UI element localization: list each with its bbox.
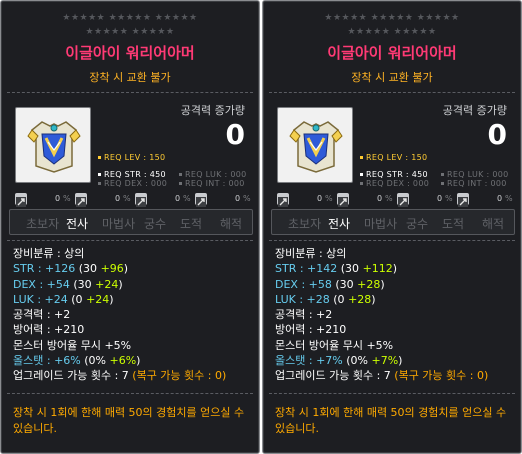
- stat-str: STR : +126 (30 +96): [13, 262, 129, 276]
- stat-dex: DEX : +54 (30 +24): [13, 277, 123, 291]
- equip-category: 장비분류 : 상의: [275, 247, 347, 260]
- req-int: REQ INT : 000: [441, 179, 507, 188]
- job-tab-0: 초보자: [288, 217, 322, 231]
- armor-icon: [289, 121, 343, 173]
- item-name: 이글아이 워리어아머: [327, 44, 457, 62]
- starforce-row-2: ★★★★★ ★★★★★: [347, 27, 437, 37]
- item-tooltip-right: ★★★★★ ★★★★★ ★★★★★ ★★★★★ ★★★★★ 이글아이 워리어아머…: [262, 0, 522, 454]
- attack-increase-label: 공격력 증가량: [442, 104, 507, 117]
- icon-value: 0: [377, 194, 383, 203]
- job-tab-2: 마법사: [102, 217, 136, 231]
- starforce-row-1: ★★★★★ ★★★★★ ★★★★★: [62, 13, 198, 23]
- item-description: 장착 시 1회에 한해 매력 50의 경험치를 얻으실 수 있습니다.: [13, 406, 245, 435]
- divider: [7, 240, 253, 241]
- stats-block: 장비분류 : 상의 STR : +142 (30 +112) DEX : +58…: [275, 246, 488, 384]
- upgrade-count: 업그레이드 가능 횟수 : 7 (복구 가능 횟수 : 0): [13, 369, 227, 383]
- shield-icon: [135, 193, 147, 207]
- req-int: REQ INT : 000: [179, 179, 245, 188]
- stat-luk: LUK : +24 (0 +24): [13, 292, 114, 306]
- attack-increase-label: 공격력 증가량: [180, 104, 245, 117]
- job-tab-0: 초보자: [26, 217, 60, 231]
- icon-percent: %: [385, 194, 393, 203]
- req-dex: REQ DEX : 000: [98, 179, 167, 188]
- icon-percent: %: [123, 194, 131, 203]
- attack-increase-value: 0: [487, 118, 507, 151]
- stat-allstat: 올스탯 : +7% (0% +7%): [275, 354, 403, 368]
- stat-str: STR : +142 (30 +112): [275, 262, 398, 276]
- req-luk: REQ LUK : 000: [441, 170, 509, 179]
- job-tab-4: 도적: [180, 217, 203, 231]
- bag-icon: [195, 193, 207, 207]
- bag-icon: [457, 193, 469, 207]
- icon-value: 0: [115, 194, 121, 203]
- job-tab-1: 전사: [328, 217, 351, 231]
- sword-icon: [15, 193, 27, 207]
- divider: [269, 92, 515, 93]
- icon-value: 0: [317, 194, 323, 203]
- job-tab-1: 전사: [66, 217, 89, 231]
- icon-value: 0: [437, 194, 443, 203]
- divider: [269, 240, 515, 241]
- req-luk: REQ LUK : 000: [179, 170, 247, 179]
- stat-defense: 방어력 : +210: [13, 323, 85, 337]
- stat-allstat: 올스탯 : +6% (0% +6%): [13, 354, 141, 368]
- stat-attack: 공격력 : +2: [13, 308, 71, 322]
- icon-percent: %: [183, 194, 191, 203]
- item-icon-frame: [277, 107, 353, 183]
- item-tooltip-left: ★★★★★ ★★★★★ ★★★★★ ★★★★★ ★★★★★ 이글아이 워리어아머…: [0, 0, 260, 454]
- pot-icon: [75, 193, 87, 207]
- job-tab-2: 마법사: [364, 217, 398, 231]
- icon-value: 0: [175, 194, 181, 203]
- stat-attack: 공격력 : +2: [275, 308, 333, 322]
- job-tab-5: 해적: [482, 217, 505, 231]
- icon-value: 0: [235, 194, 241, 203]
- job-tab-3: 궁수: [406, 217, 429, 231]
- shield-icon: [397, 193, 409, 207]
- divider: [269, 393, 515, 394]
- icon-value: 0: [55, 194, 61, 203]
- item-icon-frame: [15, 107, 91, 183]
- equip-category: 장비분류 : 상의: [13, 247, 85, 260]
- attribute-icon-row: 0 % 0 % 0 % 0 %: [15, 191, 255, 207]
- icon-value: 0: [497, 194, 503, 203]
- item-name: 이글아이 워리어아머: [65, 44, 195, 62]
- starforce-row-1: ★★★★★ ★★★★★ ★★★★★: [324, 13, 460, 23]
- attribute-icon-row: 0 % 0 % 0 % 0 %: [277, 191, 517, 207]
- stat-luk: LUK : +28 (0 +28): [275, 292, 376, 306]
- upgrade-count: 업그레이드 가능 횟수 : 7 (복구 가능 횟수 : 0): [275, 369, 489, 383]
- job-tab-4: 도적: [442, 217, 465, 231]
- trade-restriction: 장착 시 교환 불가: [89, 71, 171, 84]
- job-list: 초보자 전사 마법사 궁수 도적 해적: [9, 209, 253, 235]
- icon-percent: %: [325, 194, 333, 203]
- icon-percent: %: [243, 194, 251, 203]
- attack-increase-value: 0: [225, 118, 245, 151]
- pot-icon: [337, 193, 349, 207]
- job-tab-5: 해적: [220, 217, 243, 231]
- req-str: REQ STR : 450: [360, 170, 428, 179]
- icon-percent: %: [505, 194, 513, 203]
- item-description: 장착 시 1회에 한해 매력 50의 경험치를 얻으실 수 있습니다.: [275, 406, 507, 435]
- stat-defense: 방어력 : +210: [275, 323, 347, 337]
- stat-dex: DEX : +58 (30 +28): [275, 277, 385, 291]
- req-str: REQ STR : 450: [98, 170, 166, 179]
- stat-ignore-defense: 몬스터 방어율 무시 +5%: [275, 338, 394, 352]
- divider: [7, 92, 253, 93]
- req-level: REQ LEV : 150: [98, 153, 165, 162]
- stat-ignore-defense: 몬스터 방어율 무시 +5%: [13, 338, 132, 352]
- job-tab-3: 궁수: [144, 217, 167, 231]
- sword-icon: [277, 193, 289, 207]
- icon-percent: %: [63, 194, 71, 203]
- armor-icon: [27, 121, 81, 173]
- trade-restriction: 장착 시 교환 불가: [351, 71, 433, 84]
- starforce-row-2: ★★★★★ ★★★★★: [85, 27, 175, 37]
- stats-block: 장비분류 : 상의 STR : +126 (30 +96) DEX : +54 …: [13, 246, 226, 384]
- icon-percent: %: [445, 194, 453, 203]
- req-dex: REQ DEX : 000: [360, 179, 429, 188]
- req-level: REQ LEV : 150: [360, 153, 427, 162]
- divider: [7, 393, 253, 394]
- job-list: 초보자 전사 마법사 궁수 도적 해적: [271, 209, 515, 235]
